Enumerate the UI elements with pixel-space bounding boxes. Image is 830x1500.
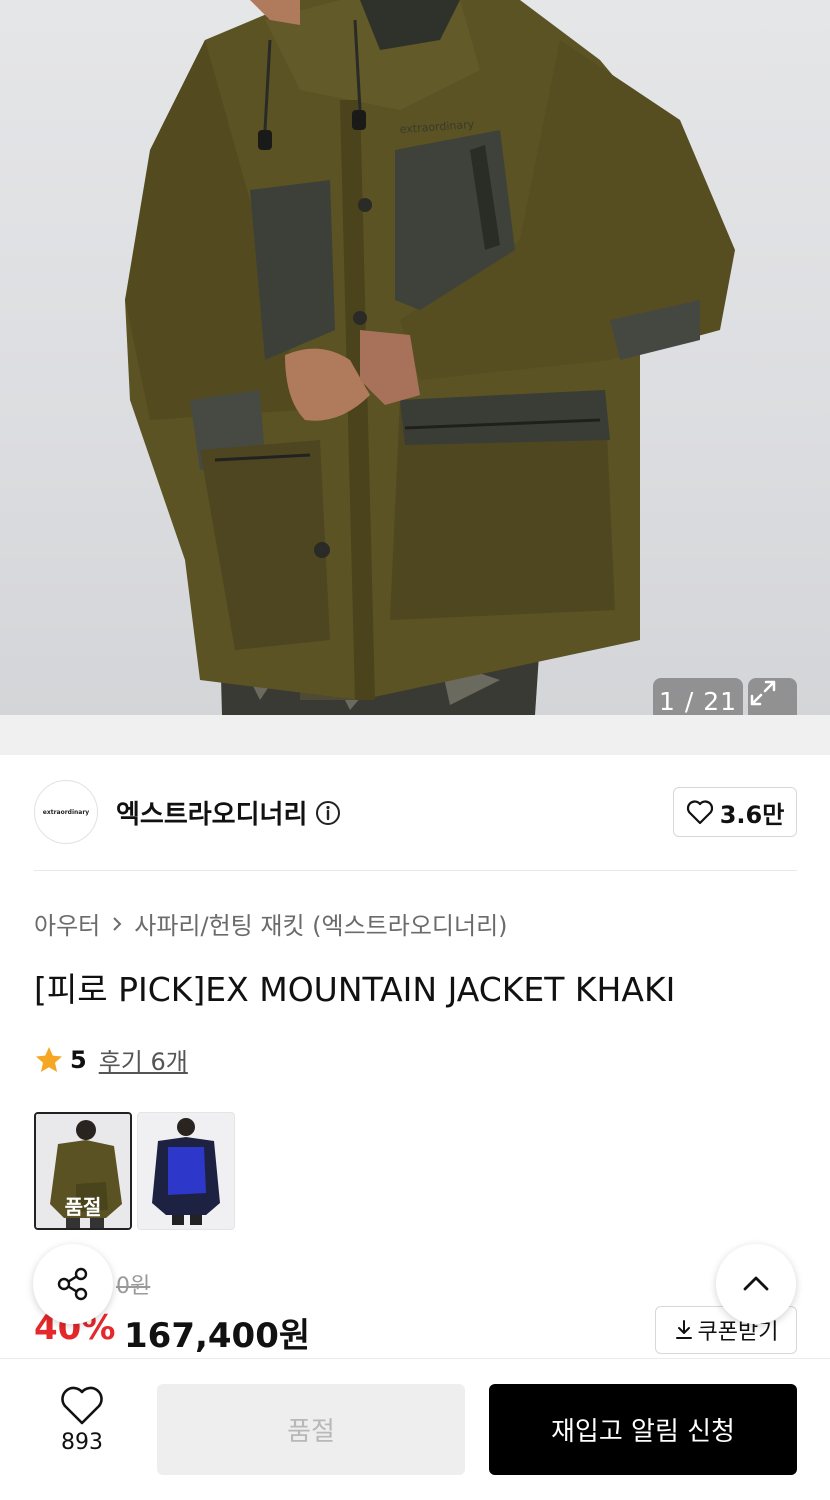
color-thumb-blue-image (138, 1113, 234, 1229)
brand-logo[interactable]: extraordinary (34, 780, 98, 844)
breadcrumb-item-outer[interactable]: 아우터 (34, 906, 100, 941)
image-counter: 1 / 21 (653, 678, 743, 715)
brand-name: 엑스트라오디너리 (116, 800, 308, 830)
breadcrumb: 아우터 사파리/헌팅 재킷 (엑스트라오디너리) (34, 906, 508, 941)
wishlist-button[interactable]: 893 (40, 1386, 124, 1455)
heart-icon (61, 1386, 103, 1425)
product-photo: extraordinary (125, 0, 735, 715)
brand-like-button[interactable]: 3.6만 (673, 787, 797, 837)
soldout-button: 품절 (157, 1384, 465, 1475)
share-icon (57, 1267, 88, 1301)
chevron-up-icon (743, 1276, 769, 1291)
chevron-right-icon (113, 916, 122, 931)
original-price: 0원 (116, 1274, 151, 1299)
soldout-tag: 품절 (64, 1195, 102, 1219)
brand-like-count: 3.6만 (719, 800, 785, 829)
breadcrumb-item-category[interactable]: 사파리/헌팅 재킷 (엑스트라오디너리) (134, 906, 507, 941)
reviews-link[interactable]: 후기 6개 (99, 1042, 188, 1077)
star-icon (36, 1046, 62, 1072)
color-option-khaki[interactable]: 품절 (34, 1112, 132, 1230)
heart-icon (686, 800, 713, 825)
product-image-gallery[interactable]: extraordinary 1 / 21 (0, 0, 830, 715)
expand-icon (750, 680, 776, 706)
product-title: [피로 PICK]EX MOUNTAIN JACKET KHAKI (34, 970, 676, 1009)
share-button[interactable] (33, 1244, 113, 1324)
divider (34, 870, 797, 871)
color-option-blue[interactable] (137, 1112, 235, 1230)
info-icon[interactable] (315, 800, 341, 826)
download-icon (675, 1320, 692, 1339)
sale-price: 167,400원 (124, 1316, 311, 1356)
brand-name-link[interactable]: 엑스트라오디너리 (116, 794, 341, 831)
scroll-top-button[interactable] (716, 1244, 796, 1324)
expand-button[interactable] (748, 678, 797, 715)
restock-alert-button[interactable]: 재입고 알림 신청 (489, 1384, 797, 1475)
rating-row: 5 후기 6개 (34, 1042, 188, 1077)
brand-logo-text: extraordinary (42, 808, 90, 816)
rating-score: 5 (70, 1045, 87, 1074)
section-gap (0, 715, 830, 755)
wishlist-count: 893 (61, 1430, 103, 1455)
